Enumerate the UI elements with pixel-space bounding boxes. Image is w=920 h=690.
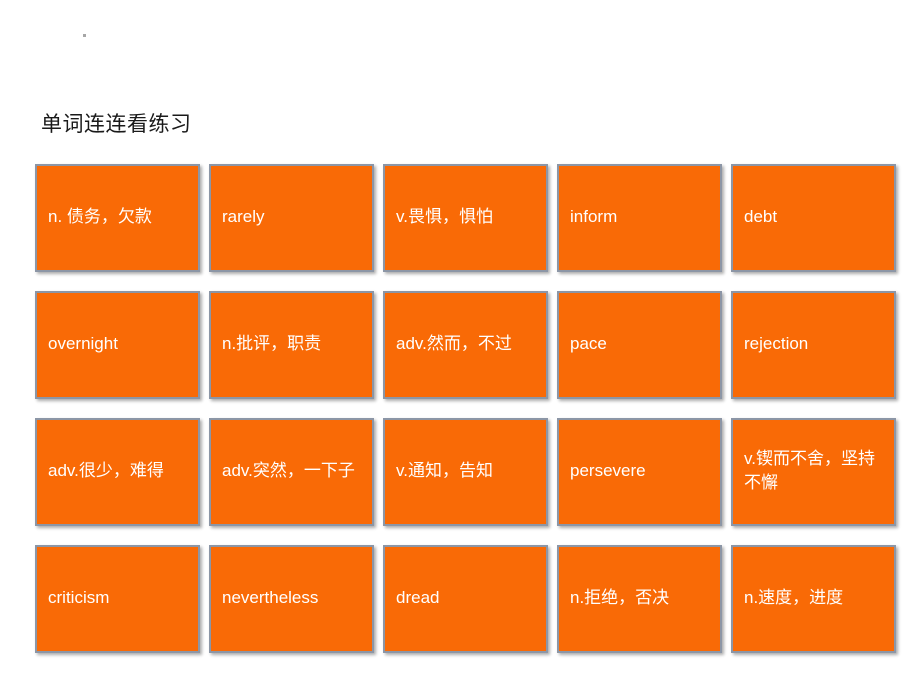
word-card-label: persevere xyxy=(570,461,646,480)
word-card[interactable]: v.锲而不舍，坚持不懈 xyxy=(731,418,896,526)
word-card[interactable]: n.速度，进度 xyxy=(731,545,896,653)
word-card-label: inform xyxy=(570,207,618,226)
word-card-label: rejection xyxy=(744,334,809,353)
word-card-label: adv.很少，难得 xyxy=(48,461,164,480)
word-card[interactable]: adv.突然，一下子 xyxy=(209,418,374,526)
word-card-label: adv.然而，不过 xyxy=(396,334,512,353)
page-title: 单词连连看练习 xyxy=(41,112,192,136)
word-card-label: pace xyxy=(570,334,607,353)
word-card[interactable]: overnight xyxy=(35,291,200,399)
word-card[interactable]: nevertheless xyxy=(209,545,374,653)
word-card[interactable]: pace xyxy=(557,291,722,399)
word-card-label: v.锲而不舍，坚持不懈 xyxy=(744,449,875,492)
word-card-label: n.速度，进度 xyxy=(744,588,844,607)
word-card-label: n. 债务，欠款 xyxy=(48,207,152,226)
word-card-label: nevertheless xyxy=(222,588,319,607)
word-card[interactable]: rarely xyxy=(209,164,374,272)
word-card[interactable]: adv.然而，不过 xyxy=(383,291,548,399)
word-card[interactable]: v.畏惧，惧怕 xyxy=(383,164,548,272)
word-card[interactable]: n.批评，职责 xyxy=(209,291,374,399)
word-card-label: adv.突然，一下子 xyxy=(222,461,355,480)
word-card[interactable]: n.拒绝，否决 xyxy=(557,545,722,653)
word-card-label: debt xyxy=(744,207,778,226)
bullet-dot xyxy=(83,34,86,37)
word-card[interactable]: inform xyxy=(557,164,722,272)
word-card-label: criticism xyxy=(48,588,110,607)
word-card[interactable]: adv.很少，难得 xyxy=(35,418,200,526)
word-card-grid: n. 债务，欠款 rarely v.畏惧，惧怕 inform debt overnight… xyxy=(35,164,896,653)
word-card-label: n.批评，职责 xyxy=(222,334,322,353)
word-card[interactable]: criticism xyxy=(35,545,200,653)
word-card[interactable]: dread xyxy=(383,545,548,653)
word-card[interactable]: v.通知，告知 xyxy=(383,418,548,526)
word-card-label: dread xyxy=(396,588,440,607)
word-card-label: rarely xyxy=(222,207,265,226)
word-card-label: v.通知，告知 xyxy=(396,461,493,480)
word-card-label: n.拒绝，否决 xyxy=(570,588,670,607)
word-card-label: v.畏惧，惧怕 xyxy=(396,207,493,226)
word-card[interactable]: debt xyxy=(731,164,896,272)
word-card[interactable]: rejection xyxy=(731,291,896,399)
word-card[interactable]: n. 债务，欠款 xyxy=(35,164,200,272)
word-card[interactable]: persevere xyxy=(557,418,722,526)
word-card-label: overnight xyxy=(48,334,118,353)
